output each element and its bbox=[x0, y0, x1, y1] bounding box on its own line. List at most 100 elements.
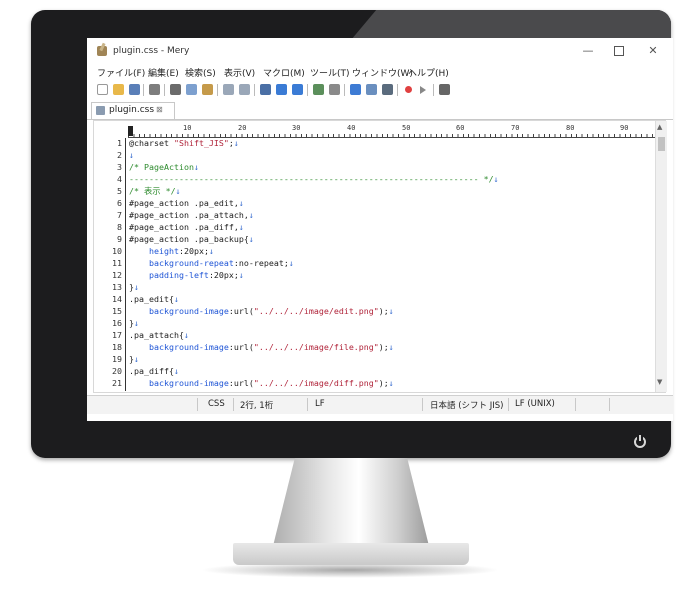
line-number: 20 bbox=[112, 366, 122, 376]
find-up-icon[interactable] bbox=[276, 84, 287, 95]
ruler-cursor bbox=[128, 126, 133, 136]
newline-marker: ↓ bbox=[288, 258, 294, 268]
newline-marker: ↓ bbox=[208, 246, 214, 256]
play-macro-icon[interactable] bbox=[420, 86, 426, 94]
line-number: 10 bbox=[112, 246, 122, 256]
status-separator bbox=[307, 398, 308, 411]
minimize-button[interactable]: — bbox=[573, 42, 603, 60]
code-line: ----------------------------------------… bbox=[129, 174, 499, 185]
code-line: .pa_attach{↓ bbox=[129, 330, 189, 341]
monitor-stand-neck bbox=[273, 458, 429, 546]
code-line: /* 表示 */↓ bbox=[129, 186, 181, 197]
maximize-button[interactable] bbox=[604, 42, 634, 60]
window-title: plugin.css - Mery bbox=[113, 46, 190, 56]
scroll-up-icon[interactable]: ▲ bbox=[657, 123, 662, 131]
toolbar-separator bbox=[164, 84, 165, 96]
panel-icon[interactable] bbox=[382, 84, 393, 95]
code-token: "Shift_JIS" bbox=[173, 138, 229, 148]
file-icon bbox=[96, 106, 105, 115]
paste-icon[interactable] bbox=[202, 84, 213, 95]
power-icon[interactable] bbox=[634, 435, 646, 448]
toolbar-separator bbox=[344, 84, 345, 96]
ruler-mark: 20 bbox=[238, 124, 247, 132]
menu-window[interactable]: ウィンドウ(W) bbox=[352, 66, 413, 79]
newline-marker: ↓ bbox=[193, 162, 199, 172]
menu-tools[interactable]: ツール(T) bbox=[310, 66, 350, 79]
code-token: "../../../image/edit.png" bbox=[253, 306, 379, 316]
code-line: background-repeat:no-repeat;↓ bbox=[129, 258, 294, 269]
code-token: ----------------------------------------… bbox=[129, 174, 494, 184]
redo-icon[interactable] bbox=[239, 84, 250, 95]
tab-label: plugin.css bbox=[109, 105, 155, 115]
menu-file[interactable]: ファイル(F) bbox=[97, 66, 145, 79]
scroll-down-icon[interactable]: ▼ bbox=[657, 378, 662, 386]
code-token: .pa_attach{ bbox=[129, 330, 184, 340]
close-button[interactable]: ✕ bbox=[638, 42, 668, 60]
settings-icon[interactable] bbox=[439, 84, 450, 95]
code-line: #page_action .pa_edit,↓ bbox=[129, 198, 244, 209]
code-token: @charset bbox=[129, 138, 174, 148]
code-token: background-image bbox=[148, 306, 229, 316]
newline-marker: ↓ bbox=[173, 294, 179, 304]
open-folder-icon[interactable] bbox=[113, 84, 124, 95]
menu-edit[interactable]: 編集(E) bbox=[148, 66, 179, 79]
view-icon[interactable] bbox=[366, 84, 377, 95]
gutter-separator bbox=[125, 138, 126, 391]
newline-marker: ↓ bbox=[388, 342, 394, 352]
toolbar bbox=[87, 81, 673, 99]
code-token: :url( bbox=[228, 378, 254, 388]
code-line: background-image:url("../../../image/fil… bbox=[129, 342, 394, 353]
line-number: 12 bbox=[112, 270, 122, 280]
tab-plugin-css[interactable]: plugin.css ⊠ bbox=[91, 102, 175, 119]
status-bar: CSS 2行, 1桁 LF 日本語 (シフト JIS) LF (UNIX) bbox=[87, 395, 673, 414]
vertical-scrollbar[interactable]: ▲ ▼ bbox=[655, 121, 667, 392]
new-file-icon[interactable] bbox=[97, 84, 108, 95]
wrap-icon[interactable] bbox=[350, 84, 361, 95]
scrollbar-thumb[interactable] bbox=[658, 137, 665, 151]
status-line-ending[interactable]: LF (UNIX) bbox=[515, 399, 555, 409]
tab-close-button[interactable]: ⊠ bbox=[156, 105, 163, 114]
print-icon[interactable] bbox=[149, 84, 160, 95]
line-number: 19 bbox=[112, 354, 122, 364]
status-separator bbox=[233, 398, 234, 411]
replace-icon[interactable] bbox=[313, 84, 324, 95]
undo-icon[interactable] bbox=[223, 84, 234, 95]
code-line: @charset "Shift_JIS";↓ bbox=[129, 138, 239, 149]
newline-marker: ↓ bbox=[238, 222, 244, 232]
menu-macro[interactable]: マクロ(M) bbox=[263, 66, 305, 79]
line-number: 13 bbox=[112, 282, 122, 292]
line-number: 8 bbox=[117, 222, 122, 232]
find-down-icon[interactable] bbox=[292, 84, 303, 95]
newline-marker: ↓ bbox=[183, 330, 189, 340]
code-area[interactable]: @charset "Shift_JIS";↓ ↓/* PageAction↓ ---… bbox=[129, 138, 656, 391]
code-token: background-repeat bbox=[148, 258, 234, 268]
menu-view[interactable]: 表示(V) bbox=[224, 66, 255, 79]
code-line: /* PageAction↓ bbox=[129, 162, 199, 173]
status-encoding[interactable]: 日本語 (シフト JIS) bbox=[430, 399, 503, 411]
status-language[interactable]: CSS bbox=[208, 399, 225, 409]
code-token: :20px; bbox=[208, 270, 239, 280]
menu-help[interactable]: ヘルプ(H) bbox=[408, 66, 449, 79]
editor[interactable]: 10 20 30 40 50 60 70 80 90 1 2 3 4 5 6 7 8 9 10 11… bbox=[93, 120, 667, 393]
copy-icon[interactable] bbox=[186, 84, 197, 95]
save-icon[interactable] bbox=[129, 84, 140, 95]
status-separator bbox=[197, 398, 198, 411]
menu-search[interactable]: 検索(S) bbox=[185, 66, 216, 79]
zoom-icon[interactable] bbox=[329, 84, 340, 95]
line-number: 3 bbox=[117, 162, 122, 172]
line-number: 17 bbox=[112, 330, 122, 340]
newline-marker: ↓ bbox=[388, 306, 394, 316]
record-macro-icon[interactable] bbox=[405, 86, 412, 93]
newline-marker: ↓ bbox=[238, 270, 244, 280]
find-icon[interactable] bbox=[260, 84, 271, 95]
line-number: 5 bbox=[117, 186, 122, 196]
line-number: 15 bbox=[112, 306, 122, 316]
code-token: :url( bbox=[228, 306, 254, 316]
cut-icon[interactable] bbox=[170, 84, 181, 95]
newline-marker: ↓ bbox=[173, 366, 179, 376]
